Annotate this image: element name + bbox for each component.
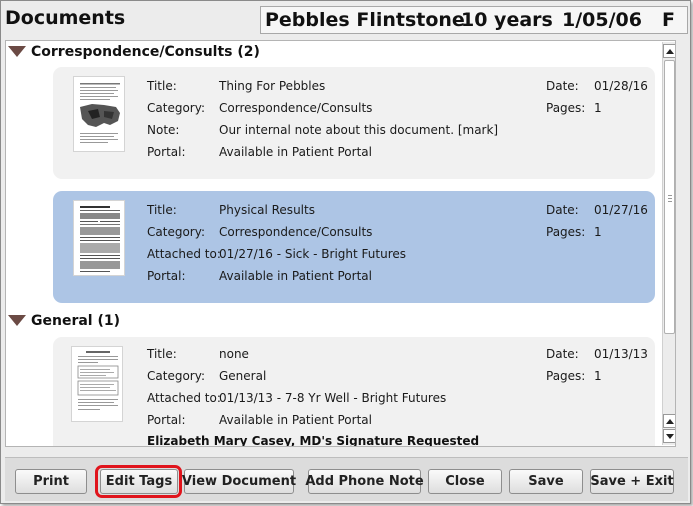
arrow-up-icon xyxy=(665,48,674,54)
document-date: 01/13/13 xyxy=(594,347,648,361)
arrow-up-icon xyxy=(665,418,674,424)
patient-dob: 1/05/06 xyxy=(562,9,642,31)
label-category: Category: xyxy=(147,225,205,239)
document-date: 01/27/16 xyxy=(594,203,648,217)
add-phone-note-button[interactable]: Add Phone Note xyxy=(305,469,424,494)
label-note: Note: xyxy=(147,123,180,137)
save-exit-button[interactable]: Save + Exit xyxy=(590,469,674,494)
document-date: 01/28/16 xyxy=(594,79,648,93)
document-portal: Available in Patient Portal xyxy=(219,413,372,427)
document-list[interactable]: Correspondence/Consults (2) Title: Thing… xyxy=(5,40,676,447)
section-title: Correspondence/Consults (2) xyxy=(31,44,260,60)
document-thumbnail[interactable] xyxy=(71,346,123,422)
label-pages: Pages: xyxy=(546,225,586,239)
label-title: Title: xyxy=(147,79,177,93)
label-date: Date: xyxy=(546,79,579,93)
document-card-general[interactable]: Title: none Category: General Attached t… xyxy=(53,337,655,447)
document-category: Correspondence/Consults xyxy=(219,225,373,239)
section-header-correspondence[interactable]: Correspondence/Consults (2) xyxy=(8,44,260,64)
scrollbar-thumb[interactable] xyxy=(664,60,675,334)
print-button[interactable]: Print xyxy=(15,469,87,494)
scroll-down-button[interactable] xyxy=(663,429,675,443)
document-title: Thing For Pebbles xyxy=(219,79,326,93)
patient-age: 10 years xyxy=(461,9,553,31)
highlight-ring xyxy=(95,465,182,498)
label-portal: Portal: xyxy=(147,269,186,283)
section-header-general[interactable]: General (1) xyxy=(8,313,120,333)
document-thumbnail[interactable] xyxy=(73,200,125,276)
patient-banner: Pebbles Flintstone 10 years 1/05/06 F xyxy=(260,6,688,34)
document-category: General xyxy=(219,369,267,383)
document-portal: Available in Patient Portal xyxy=(219,145,372,159)
patient-sex: F xyxy=(662,9,675,31)
document-thumbnail[interactable] xyxy=(73,76,125,152)
collapse-triangle-icon[interactable] xyxy=(8,45,26,57)
patient-name: Pebbles Flintstone xyxy=(265,9,465,31)
label-attached-to: Attached to: xyxy=(147,247,221,261)
document-card-physical-results[interactable]: Title: Physical Results Category: Corres… xyxy=(53,191,655,303)
signature-request: Elizabeth Mary Casey, MD's Signature Req… xyxy=(147,434,480,447)
vertical-scrollbar[interactable] xyxy=(662,42,675,445)
button-bar: Print Edit Tags View Document Add Phone … xyxy=(5,457,688,501)
label-date: Date: xyxy=(546,203,579,217)
grip-icon xyxy=(668,195,672,196)
label-pages: Pages: xyxy=(546,369,586,383)
label-portal: Portal: xyxy=(147,145,186,159)
close-button[interactable]: Close xyxy=(428,469,502,494)
document-portal: Available in Patient Portal xyxy=(219,269,372,283)
document-pages: 1 xyxy=(594,225,602,239)
document-form-thumbnail-icon xyxy=(80,206,120,272)
document-title: Physical Results xyxy=(219,203,315,217)
view-document-button[interactable]: View Document xyxy=(182,469,296,494)
document-note: Our internal note about this document. [… xyxy=(219,123,499,137)
label-title: Title: xyxy=(147,347,177,361)
document-card-thing-for-pebbles[interactable]: Title: Thing For Pebbles Category: Corre… xyxy=(53,67,655,179)
scroll-up-button[interactable] xyxy=(663,44,675,58)
document-pages: 1 xyxy=(594,101,602,115)
label-pages: Pages: xyxy=(546,101,586,115)
scroll-up-button-bottom[interactable] xyxy=(663,414,675,428)
document-attached-to: 01/13/13 - 7-8 Yr Well - Bright Futures xyxy=(219,391,447,405)
collapse-triangle-icon[interactable] xyxy=(8,314,26,326)
documents-window: Documents Pebbles Flintstone 10 years 1/… xyxy=(0,0,691,504)
document-form-thumbnail-icon xyxy=(77,351,119,410)
section-title: General (1) xyxy=(31,313,121,329)
document-attached-to: 01/27/16 - Sick - Bright Futures xyxy=(219,247,407,261)
arrow-down-icon xyxy=(665,433,674,439)
page-title: Documents xyxy=(5,7,126,29)
label-portal: Portal: xyxy=(147,413,186,427)
document-title: none xyxy=(219,347,249,361)
label-title: Title: xyxy=(147,203,177,217)
document-category: Correspondence/Consults xyxy=(219,101,373,115)
document-pages: 1 xyxy=(594,369,602,383)
label-category: Category: xyxy=(147,369,205,383)
document-map-thumbnail-icon xyxy=(80,83,120,143)
label-date: Date: xyxy=(546,347,579,361)
label-category: Category: xyxy=(147,101,205,115)
save-button[interactable]: Save xyxy=(509,469,583,494)
label-attached-to: Attached to: xyxy=(147,391,221,405)
